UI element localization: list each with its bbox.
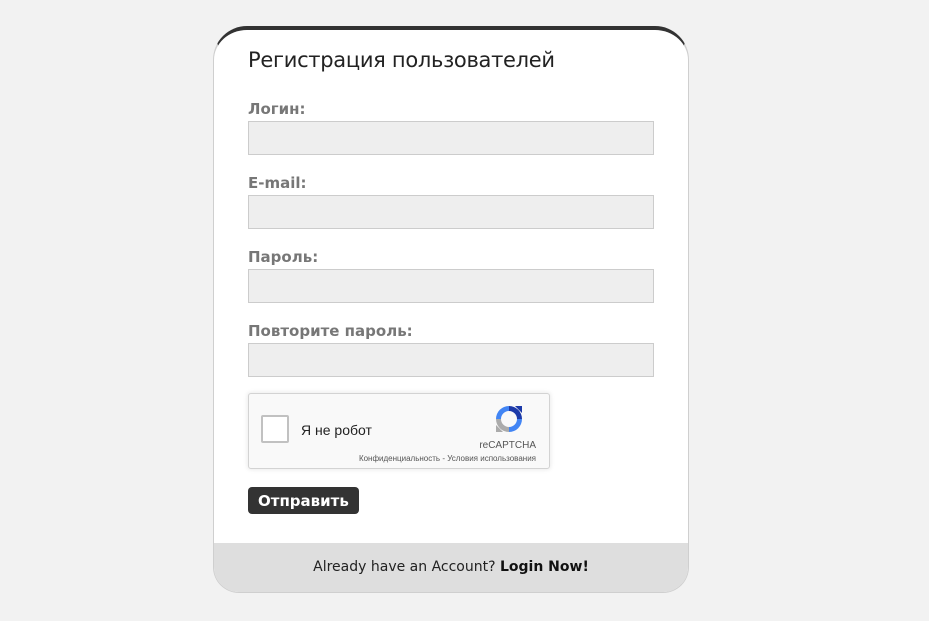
submit-button[interactable]: Отправить xyxy=(248,487,359,514)
terms-link[interactable]: Условия использования xyxy=(447,454,536,463)
registration-card: Регистрация пользователей Логин: E-mail:… xyxy=(213,26,689,593)
email-input[interactable] xyxy=(248,195,654,229)
recaptcha-label: Я не робот xyxy=(301,422,372,438)
login-label: Логин: xyxy=(248,100,306,118)
recaptcha-widget: Я не робот reCAPTCHA Конфиденциальность … xyxy=(248,393,550,469)
password-label: Пароль: xyxy=(248,248,319,266)
recaptcha-links: Конфиденциальность - Условия использован… xyxy=(359,454,536,463)
footer-bar: Already have an Account? Login Now! xyxy=(214,543,688,592)
recaptcha-brand: reCAPTCHA xyxy=(479,440,536,451)
email-label: E-mail: xyxy=(248,174,307,192)
recaptcha-checkbox[interactable] xyxy=(261,415,289,443)
login-input[interactable] xyxy=(248,121,654,155)
page-title: Регистрация пользователей xyxy=(248,48,555,72)
footer-text: Already have an Account? xyxy=(313,559,500,575)
repeat-password-input[interactable] xyxy=(248,343,654,377)
privacy-link[interactable]: Конфиденциальность xyxy=(359,454,440,463)
repeat-password-label: Повторите пароль: xyxy=(248,322,413,340)
recaptcha-logo-icon xyxy=(496,406,522,432)
login-now-link[interactable]: Login Now! xyxy=(500,559,589,575)
password-input[interactable] xyxy=(248,269,654,303)
